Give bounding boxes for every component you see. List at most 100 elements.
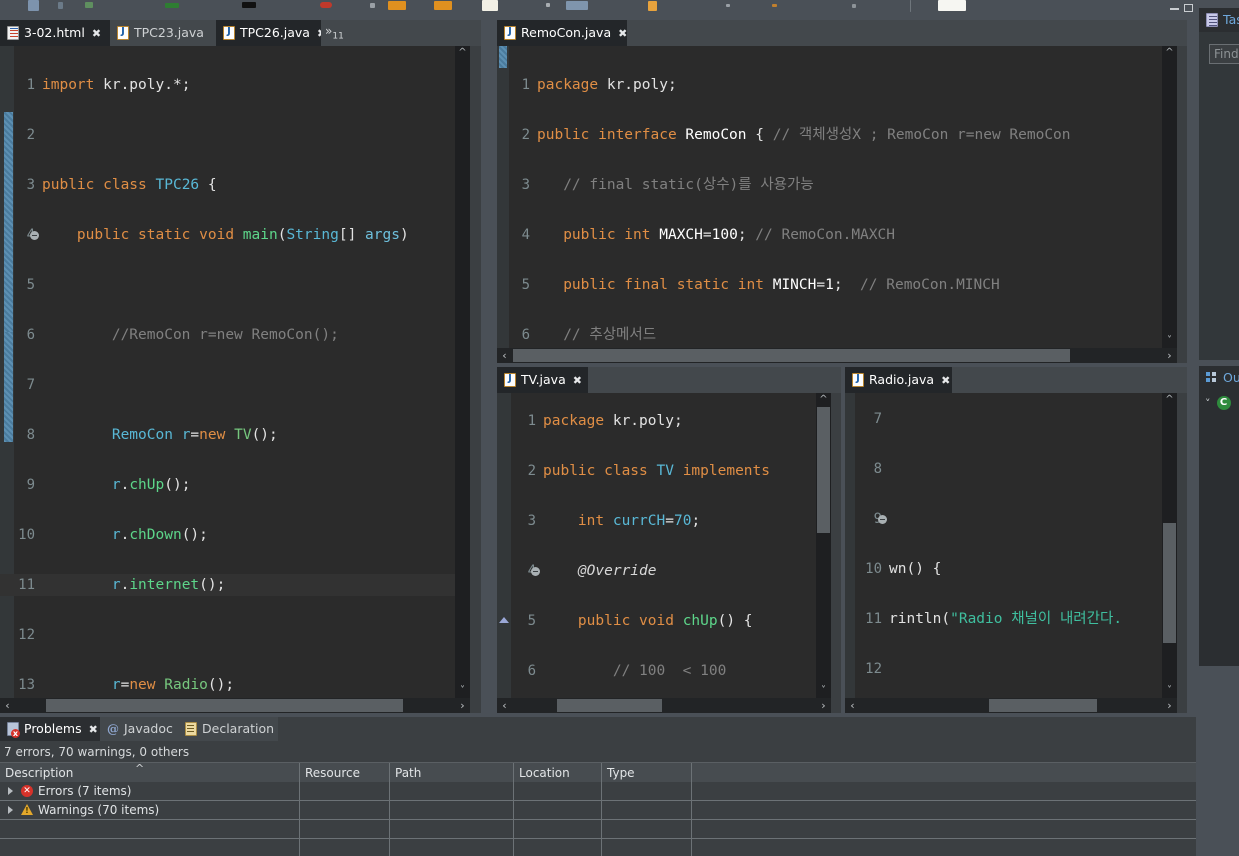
tab-declaration[interactable]: Declaration	[178, 717, 278, 741]
scroll-up-icon[interactable]: ^	[1162, 46, 1177, 60]
fold-icon[interactable]	[30, 231, 39, 240]
close-icon[interactable]: ✖	[89, 723, 98, 736]
code-remocon[interactable]: 1 package kr.poly; 2 public interface Remo…	[497, 46, 1187, 363]
outline-root-item[interactable]: ˅ C	[1205, 396, 1231, 410]
editor-vscrollbar-radio[interactable]: ^ ˅	[1162, 393, 1177, 698]
hscroll-thumb[interactable]	[989, 699, 1097, 712]
scroll-down-icon[interactable]: ˅	[455, 684, 470, 698]
toolbar-icon-dot[interactable]	[546, 3, 550, 7]
scroll-down-icon[interactable]: ˅	[1162, 684, 1177, 698]
toolbar-icon-arrow[interactable]	[772, 4, 777, 7]
table-row[interactable]	[0, 839, 1196, 856]
overview-ruler-radio[interactable]	[1177, 393, 1187, 698]
column-resource[interactable]: Resource	[300, 763, 390, 783]
tab-javadoc[interactable]: Javadoc	[100, 717, 178, 741]
editor-tab-remocon-java[interactable]: RemoCon.java ✖	[497, 20, 627, 46]
editor-vscrollbar-main[interactable]: ^ ˅	[455, 46, 470, 698]
hscroll-thumb[interactable]	[513, 349, 1070, 362]
editor-body-remocon[interactable]: 1 package kr.poly; 2 public interface Remo…	[497, 46, 1187, 363]
fold-icon[interactable]	[878, 515, 887, 524]
vscroll-thumb[interactable]	[817, 407, 830, 533]
find-input[interactable]: Find	[1209, 44, 1239, 64]
scroll-right-icon[interactable]: ›	[1162, 348, 1177, 363]
overview-ruler-remocon[interactable]	[1177, 46, 1187, 348]
editor-hscrollbar-tv[interactable]: ‹ ›	[497, 698, 831, 713]
close-icon[interactable]: ✖	[92, 27, 101, 40]
minimize-icon[interactable]	[1170, 4, 1179, 13]
editor-tab-tv-java[interactable]: TV.java ✖	[497, 367, 588, 393]
toolbar-icon-build[interactable]	[165, 3, 179, 8]
column-type[interactable]: Type	[602, 763, 692, 783]
toolbar-icon-pin[interactable]	[852, 4, 856, 8]
chevron-down-icon[interactable]: ˅	[1205, 397, 1211, 410]
tab-problems[interactable]: Problems ✖	[0, 717, 100, 741]
toolbar-icon-small[interactable]	[726, 4, 730, 7]
close-icon[interactable]: ✖	[573, 374, 582, 387]
tab-outline[interactable]: Out	[1199, 366, 1239, 390]
toolbar-icon-run[interactable]	[320, 2, 332, 8]
toolbar-icon-layout[interactable]	[566, 1, 588, 10]
main-toolbar[interactable]	[0, 0, 1239, 14]
scroll-right-icon[interactable]: ›	[455, 698, 470, 713]
editor-vscrollbar-tv[interactable]: ^ ˅	[816, 393, 831, 698]
toolbar-icon-debug[interactable]	[242, 2, 256, 8]
toolbar-icon-save[interactable]	[28, 0, 39, 11]
table-row[interactable]	[0, 820, 1196, 839]
toolbar-icon-stop[interactable]	[370, 3, 375, 8]
fold-icon[interactable]	[531, 567, 540, 576]
hscroll-thumb[interactable]	[557, 699, 662, 712]
toolbar-icon-save-all[interactable]	[58, 2, 63, 9]
vscroll-thumb[interactable]	[1163, 523, 1176, 643]
editor-tab-3-02-html[interactable]: 3-02.html ✖	[0, 20, 110, 46]
close-icon[interactable]: ✖	[618, 27, 627, 40]
column-location[interactable]: Location	[514, 763, 602, 783]
editor-vscrollbar-remocon[interactable]: ^ ˅	[1162, 46, 1177, 348]
editor-tab-overflow[interactable]: »11	[321, 20, 361, 46]
row-cell-type	[602, 782, 692, 800]
toolbar-icon-doc[interactable]	[482, 0, 498, 11]
editor-tab-tpc26-java[interactable]: TPC26.java ✖	[216, 20, 326, 46]
column-description[interactable]: Description ^	[0, 763, 300, 783]
window-controls[interactable]	[1170, 4, 1193, 13]
scroll-down-icon[interactable]: ˅	[816, 684, 831, 698]
column-path[interactable]: Path	[390, 763, 514, 783]
problems-table[interactable]: Description ^ Resource Path Location Typ…	[0, 762, 1196, 856]
code-main[interactable]: 1 import kr.poly.*; 2 3 public class TPC26…	[0, 46, 481, 713]
hscroll-thumb[interactable]	[46, 699, 403, 712]
table-row[interactable]: ✕ Errors (7 items)	[0, 782, 1196, 801]
editor-tab-radio-java[interactable]: Radio.java ✖	[845, 367, 952, 393]
editor-hscrollbar-main[interactable]: ‹ ›	[0, 698, 470, 713]
scroll-left-icon[interactable]: ‹	[845, 698, 860, 713]
editor-hscrollbar-radio[interactable]: ‹ ›	[845, 698, 1177, 713]
scroll-left-icon[interactable]: ‹	[0, 698, 15, 713]
editor-body-radio[interactable]: 7 8 9 10wn() { 11rintln("Radio 채널이 내려간다.…	[845, 393, 1187, 713]
toolbar-icon-folder[interactable]	[388, 1, 406, 10]
implements-marker-icon[interactable]	[499, 617, 509, 623]
editor-body-tv[interactable]: 1 package kr.poly; 2 public class TV imple…	[497, 393, 841, 713]
code-radio[interactable]: 7 8 9 10wn() { 11rintln("Radio 채널이 내려간다.…	[845, 393, 1187, 713]
scroll-up-icon[interactable]: ^	[816, 393, 831, 407]
editor-body-main[interactable]: 1 import kr.poly.*; 2 3 public class TPC26…	[0, 46, 481, 713]
scroll-right-icon[interactable]: ›	[816, 698, 831, 713]
toolbar-icon-tag[interactable]	[648, 1, 657, 11]
toolbar-icon-search-box[interactable]	[938, 0, 966, 11]
code-line: 2 public class TV implements	[527, 463, 771, 479]
overview-ruler-main[interactable]	[470, 46, 481, 698]
scroll-right-icon[interactable]: ›	[1162, 698, 1177, 713]
scroll-up-icon[interactable]: ^	[455, 46, 470, 60]
scroll-left-icon[interactable]: ‹	[497, 348, 512, 363]
toolbar-icon-new[interactable]	[85, 2, 93, 8]
editor-tab-tpc23-java[interactable]: TPC23.java	[110, 20, 216, 46]
scroll-down-icon[interactable]: ˅	[1162, 334, 1177, 348]
scroll-left-icon[interactable]: ‹	[497, 698, 512, 713]
editor-hscrollbar-remocon[interactable]: ‹ ›	[497, 348, 1177, 363]
tab-tasks[interactable]: Tas	[1199, 8, 1239, 32]
overview-ruler-tv[interactable]	[831, 393, 841, 698]
tasks-view: Tas Find	[1199, 8, 1239, 360]
code-tv[interactable]: 1 package kr.poly; 2 public class TV imple…	[497, 393, 841, 713]
table-row[interactable]: Warnings (70 items)	[0, 801, 1196, 820]
scroll-up-icon[interactable]: ^	[1162, 393, 1177, 407]
close-icon[interactable]: ✖	[941, 374, 950, 387]
toolbar-icon-folder-2[interactable]	[434, 1, 452, 10]
maximize-icon[interactable]	[1184, 4, 1193, 13]
